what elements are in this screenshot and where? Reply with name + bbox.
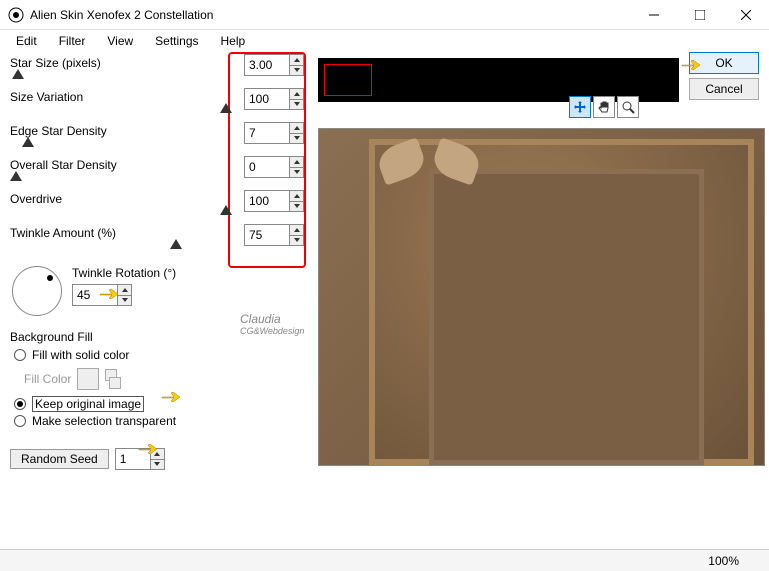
overall-density-input[interactable]	[245, 157, 289, 177]
radio-make-transparent[interactable]	[14, 415, 26, 427]
menu-edit[interactable]: Edit	[6, 32, 47, 50]
minimize-button[interactable]	[631, 0, 677, 30]
preview-image[interactable]	[318, 128, 765, 466]
star-size-slider[interactable]	[10, 76, 235, 78]
spin-down-icon[interactable]	[290, 66, 303, 76]
overall-density-slider[interactable]	[10, 178, 235, 180]
radio-keep-original-label: Keep original image	[32, 396, 144, 412]
random-seed-button[interactable]: Random Seed	[10, 449, 109, 469]
overdrive-slider[interactable]	[10, 212, 235, 214]
radio-make-transparent-label: Make selection transparent	[32, 414, 176, 428]
edge-density-slider[interactable]	[10, 144, 235, 146]
menu-help[interactable]: Help	[211, 32, 256, 50]
radio-keep-original[interactable]	[14, 398, 26, 410]
fill-color-label: Fill Color	[24, 372, 71, 386]
menu-filter[interactable]: Filter	[49, 32, 96, 50]
twinkle-amount-label: Twinkle Amount (%)	[10, 226, 116, 240]
zoom-level: 100%	[708, 554, 739, 568]
star-size-spin[interactable]	[244, 54, 304, 76]
navigator-viewport[interactable]	[324, 64, 372, 96]
maximize-button[interactable]	[677, 0, 723, 30]
overdrive-input[interactable]	[245, 191, 289, 211]
twinkle-rotation-label: Twinkle Rotation (°)	[72, 266, 176, 280]
size-variation-spin[interactable]	[244, 88, 304, 110]
preview-panel: OK Cancel	[312, 52, 769, 470]
overdrive-spin[interactable]	[244, 190, 304, 212]
watermark-sub: CG&Webdesign	[240, 326, 304, 336]
radio-fill-solid-row[interactable]: Fill with solid color	[10, 348, 312, 362]
twinkle-rotation-spin[interactable]	[72, 284, 132, 306]
zoom-tool-icon[interactable]	[617, 96, 639, 118]
bow-decoration	[379, 134, 479, 214]
app-icon	[8, 7, 24, 23]
edge-density-input[interactable]	[245, 123, 289, 143]
rotation-dial[interactable]	[12, 266, 62, 316]
ok-button[interactable]: OK	[689, 52, 759, 74]
hand-tool-icon[interactable]	[593, 96, 615, 118]
overall-density-label: Overall Star Density	[10, 158, 117, 172]
radio-fill-solid[interactable]	[14, 349, 26, 361]
size-variation-slider[interactable]	[10, 110, 235, 112]
window-title: Alien Skin Xenofex 2 Constellation	[30, 8, 631, 22]
titlebar: Alien Skin Xenofex 2 Constellation	[0, 0, 769, 30]
random-seed-spin[interactable]	[115, 448, 165, 470]
edge-density-spin[interactable]	[244, 122, 304, 144]
statusbar: 100%	[0, 549, 769, 571]
fill-color-swatch[interactable]	[77, 368, 99, 390]
cancel-button[interactable]: Cancel	[689, 78, 759, 100]
menubar: Edit Filter View Settings Help	[0, 30, 769, 52]
twinkle-amount-slider[interactable]	[10, 246, 235, 248]
overall-density-spin[interactable]	[244, 156, 304, 178]
random-seed-input[interactable]	[116, 449, 150, 469]
parameters-panel: Star Size (pixels) Size Variation Edge S…	[0, 52, 312, 470]
menu-settings[interactable]: Settings	[145, 32, 208, 50]
twinkle-amount-input[interactable]	[245, 225, 289, 245]
spin-up-icon[interactable]	[290, 55, 303, 66]
twinkle-rotation-input[interactable]	[73, 285, 117, 305]
radio-fill-solid-label: Fill with solid color	[32, 348, 129, 362]
size-variation-label: Size Variation	[10, 90, 83, 104]
radio-make-transparent-row[interactable]: Make selection transparent	[10, 414, 312, 428]
overdrive-label: Overdrive	[10, 192, 62, 206]
watermark-text: Claudia	[240, 312, 304, 326]
move-tool-icon[interactable]	[569, 96, 591, 118]
twinkle-amount-spin[interactable]	[244, 224, 304, 246]
menu-view[interactable]: View	[97, 32, 143, 50]
size-variation-input[interactable]	[245, 89, 289, 109]
close-button[interactable]	[723, 0, 769, 30]
star-size-input[interactable]	[245, 55, 289, 75]
swatch-bg[interactable]	[109, 377, 121, 389]
radio-keep-original-row[interactable]: Keep original image	[10, 396, 312, 412]
